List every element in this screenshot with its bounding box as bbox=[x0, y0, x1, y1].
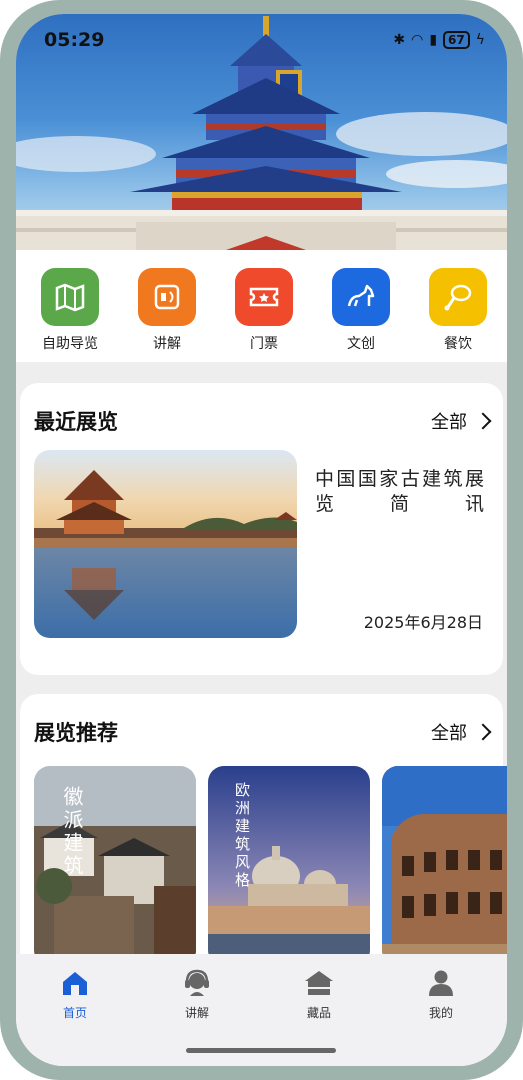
nav-label: 藏品 bbox=[306, 1006, 331, 1020]
nav-label: 讲解 bbox=[184, 1006, 209, 1020]
bottom-navigation: 首页 讲解 藏品 我的 bbox=[16, 954, 507, 1066]
audio-guide-icon bbox=[138, 268, 196, 326]
quick-action-dining[interactable]: 餐饮 bbox=[418, 268, 498, 353]
recent-section-title: 最近展览 bbox=[34, 410, 118, 434]
quick-action-label: 餐饮 bbox=[444, 336, 472, 352]
food-icon bbox=[429, 268, 487, 326]
recommend-item-label: 徽派建筑 bbox=[60, 786, 84, 878]
phone-frame: 05:29 ✱ ◠ ▮ 67 ϟ 自助导览 讲解 门票 文创 餐饮 最近展览 全… bbox=[0, 0, 523, 1080]
headset-icon bbox=[152, 968, 242, 998]
recent-exhibitions-card: 最近展览 全部 中国国家古建筑展览简讯 2025年6月28日 bbox=[20, 383, 503, 675]
nav-tab-collection[interactable]: 藏品 bbox=[274, 968, 364, 1021]
recent-exhibition-date: 2025年6月28日 bbox=[363, 613, 483, 632]
quick-action-label: 门票 bbox=[250, 336, 278, 352]
nav-label: 首页 bbox=[62, 1006, 87, 1020]
recommended-exhibitions-card: 展览推荐 全部 徽派建筑 欧洲建筑风格 bbox=[20, 694, 507, 994]
quick-action-creative[interactable]: 文创 bbox=[321, 268, 401, 353]
quick-action-tickets[interactable]: 门票 bbox=[224, 268, 304, 353]
battery-indicator: 67 bbox=[443, 31, 470, 49]
chevron-right-icon bbox=[474, 723, 492, 741]
app-screen: 05:29 ✱ ◠ ▮ 67 ϟ 自助导览 讲解 门票 文创 餐饮 最近展览 全… bbox=[16, 14, 507, 1066]
home-indicator[interactable] bbox=[186, 1048, 336, 1053]
recent-view-all-button[interactable]: 全部 bbox=[431, 408, 492, 434]
collection-icon bbox=[274, 968, 364, 998]
recommend-item-european[interactable]: 欧洲建筑风格 bbox=[208, 766, 370, 966]
view-all-label: 全部 bbox=[431, 723, 467, 744]
status-time: 05:29 bbox=[44, 29, 105, 51]
quick-action-self-guide[interactable]: 自助导览 bbox=[30, 268, 110, 353]
quick-action-label: 自助导览 bbox=[42, 336, 98, 352]
nav-tab-profile[interactable]: 我的 bbox=[396, 968, 486, 1021]
chevron-right-icon bbox=[474, 412, 492, 430]
recommend-item-huizhou[interactable]: 徽派建筑 bbox=[34, 766, 196, 966]
recommended-view-all-button[interactable]: 全部 bbox=[431, 719, 492, 745]
hero-banner[interactable]: 05:29 ✱ ◠ ▮ 67 ϟ bbox=[16, 14, 507, 250]
profile-icon bbox=[396, 968, 486, 998]
quick-action-label: 讲解 bbox=[153, 336, 181, 352]
quick-action-audio-guide[interactable]: 讲解 bbox=[127, 268, 207, 353]
view-all-label: 全部 bbox=[431, 412, 467, 433]
recommend-item-colosseum[interactable] bbox=[382, 766, 507, 966]
wifi-icon: ◠ bbox=[411, 32, 424, 48]
status-bar: 05:29 ✱ ◠ ▮ 67 ϟ bbox=[16, 14, 507, 64]
recent-exhibition-title[interactable]: 中国国家古建筑展览简讯 bbox=[315, 467, 485, 517]
nav-tab-guide[interactable]: 讲解 bbox=[152, 968, 242, 1021]
bluetooth-icon: ✱ bbox=[393, 32, 406, 48]
alert-icon: ▮ bbox=[429, 32, 438, 48]
charging-icon: ϟ bbox=[475, 32, 485, 48]
nav-label: 我的 bbox=[428, 1006, 453, 1020]
creative-horse-icon bbox=[332, 268, 390, 326]
recommended-section-title: 展览推荐 bbox=[34, 721, 118, 745]
map-icon bbox=[41, 268, 99, 326]
quick-actions: 自助导览 讲解 门票 文创 餐饮 bbox=[16, 250, 507, 362]
ticket-icon bbox=[235, 268, 293, 326]
status-icons: ✱ ◠ ▮ 67 ϟ bbox=[393, 31, 485, 49]
recent-exhibition-image[interactable] bbox=[34, 450, 297, 638]
recommend-item-label: 欧洲建筑风格 bbox=[233, 782, 251, 890]
home-icon bbox=[30, 968, 120, 998]
quick-action-label: 文创 bbox=[347, 336, 375, 352]
nav-tab-home[interactable]: 首页 bbox=[30, 968, 120, 1021]
